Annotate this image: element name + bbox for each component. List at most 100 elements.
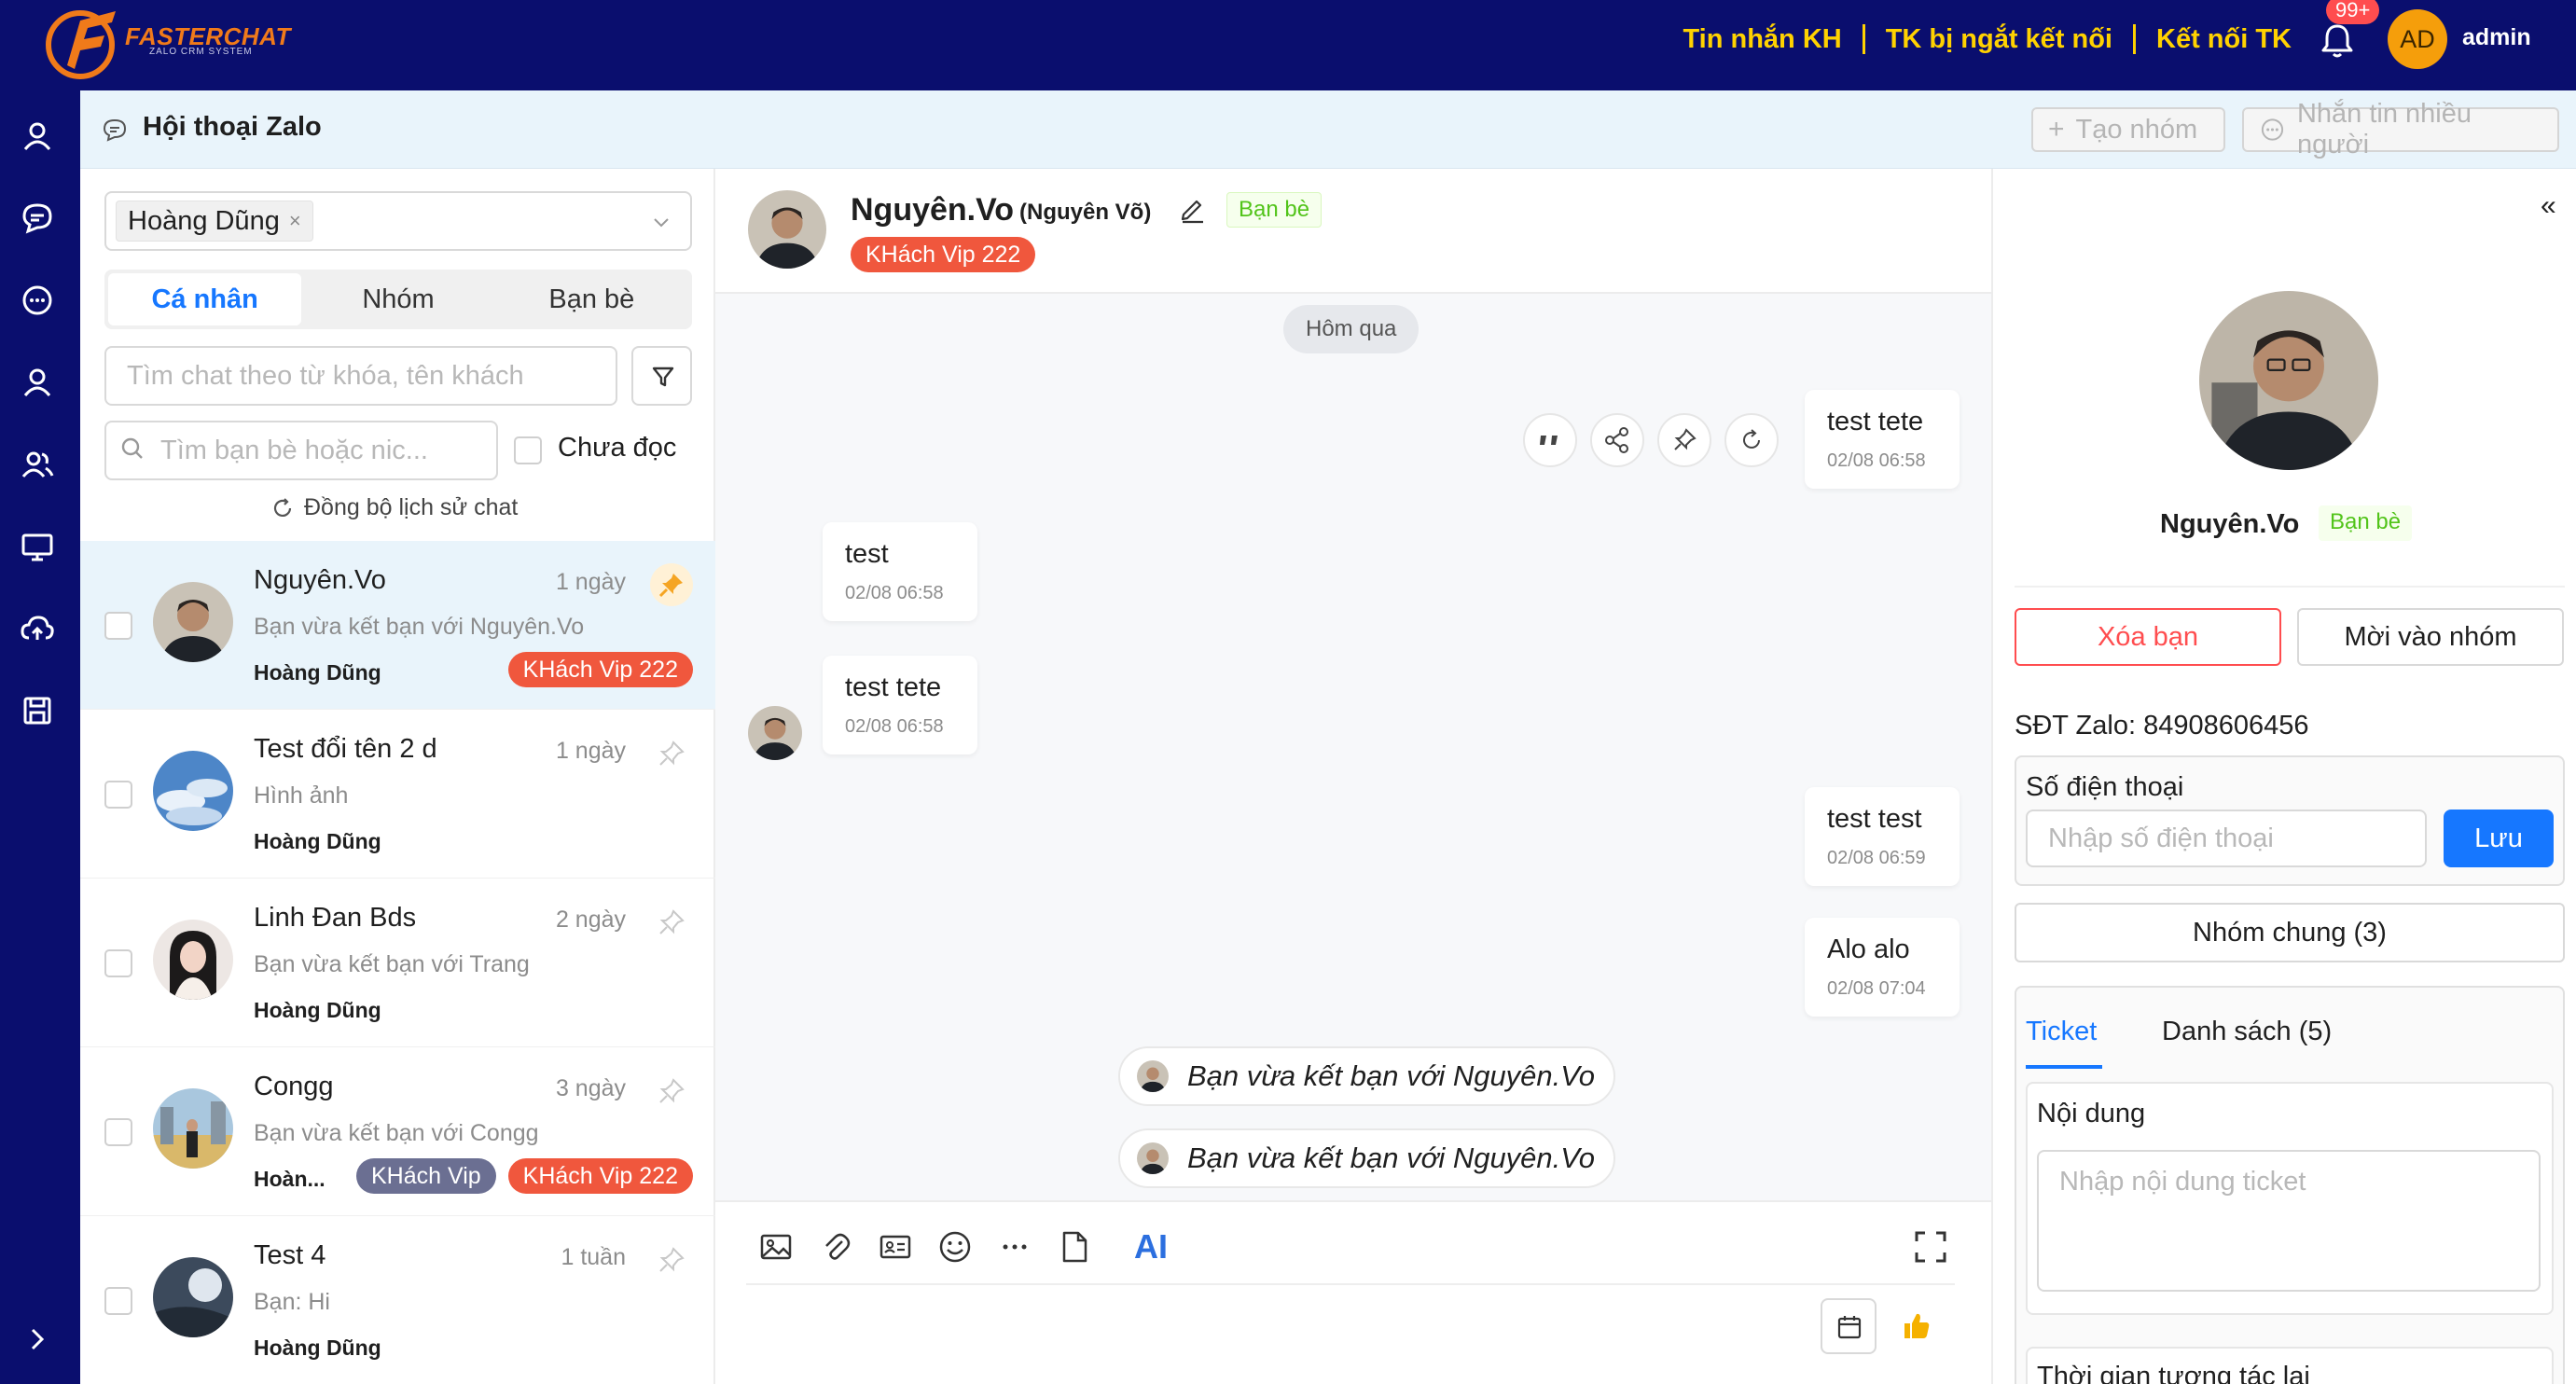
unread-checkbox[interactable]: [514, 436, 542, 464]
tab-ticket[interactable]: Ticket: [2026, 1017, 2097, 1047]
user-name[interactable]: admin: [2462, 24, 2531, 51]
tab-personal[interactable]: Cá nhân: [108, 273, 302, 325]
save-phone-button[interactable]: Lưu: [2444, 810, 2554, 867]
conversation-preview: Bạn vừa kết bạn với Trang: [254, 951, 530, 977]
customer-tag: KHách Vip 222: [507, 652, 693, 687]
conversation-checkbox[interactable]: [104, 781, 132, 809]
selected-account-chip: Hoàng Dũng ×: [116, 201, 313, 242]
message-dots-icon: [2261, 118, 2284, 141]
chevron-down-icon[interactable]: [651, 212, 672, 232]
account-select[interactable]: Hoàng Dũng ×: [104, 191, 692, 251]
message-dots-icon[interactable]: [19, 282, 56, 319]
create-group-button[interactable]: + Tạo nhóm: [2031, 107, 2225, 152]
conversation-item[interactable]: Congg 3 ngày Bạn vừa kết bạn với Congg H…: [80, 1047, 715, 1216]
message-bubble[interactable]: test tete 02/08 06:58: [823, 656, 977, 754]
calendar-icon: [1837, 1316, 1862, 1339]
pin-icon[interactable]: [650, 901, 693, 944]
phone-input[interactable]: Nhập số điện thoại: [2026, 810, 2427, 867]
conversation-owner: Hoàng Dũng: [254, 829, 381, 853]
message-time: 02/08 06:58: [1827, 450, 1926, 471]
conversation-checkbox[interactable]: [104, 612, 132, 640]
attachment-icon[interactable]: [817, 1228, 854, 1266]
pin-icon[interactable]: [650, 563, 693, 606]
pin-icon[interactable]: [650, 1070, 693, 1113]
file-icon[interactable]: [1056, 1228, 1093, 1266]
conversation-name: Nguyên.Vo: [254, 565, 386, 595]
chat-bubble-icon[interactable]: [19, 200, 56, 237]
fullscreen-icon[interactable]: [1912, 1228, 1949, 1266]
edit-icon[interactable]: [1178, 194, 1208, 224]
sync-history-button[interactable]: Đồng bộ lịch sử chat: [270, 494, 518, 521]
schedule-button[interactable]: [1821, 1298, 1877, 1354]
invite-group-button[interactable]: Mời vào nhóm: [2297, 608, 2564, 666]
user-outline-icon[interactable]: [19, 364, 56, 401]
conversation-checkbox[interactable]: [104, 1118, 132, 1146]
user-icon[interactable]: [19, 118, 56, 155]
message-bubble[interactable]: test tete 02/08 06:58: [1805, 390, 1960, 489]
tab-groups[interactable]: Nhóm: [301, 273, 494, 325]
contact-card-icon[interactable]: [877, 1228, 914, 1266]
monitor-icon[interactable]: [19, 528, 56, 565]
message-bubble[interactable]: test 02/08 06:58: [823, 522, 977, 621]
conversation-owner: Hoàng Dũng: [254, 1336, 381, 1360]
friend-search-input[interactable]: Tìm bạn bè hoặc nic...: [104, 421, 498, 480]
pin-icon[interactable]: [1657, 413, 1711, 467]
avatar: [748, 706, 802, 760]
conversation-item[interactable]: Test đổi tên 2 d 1 ngày Hình ảnh Hoàng D…: [80, 710, 715, 879]
conversation-type-tabs: Cá nhân Nhóm Bạn bè: [104, 270, 692, 329]
conversation-name: Test 4: [254, 1240, 326, 1270]
filter-icon: [652, 367, 674, 387]
close-icon[interactable]: ×: [289, 201, 301, 241]
profile-avatar[interactable]: [2199, 291, 2378, 470]
filter-button[interactable]: [631, 346, 692, 406]
conversation-time: 1 tuần: [561, 1244, 626, 1270]
conversation-time: 2 ngày: [555, 907, 626, 933]
image-icon[interactable]: [757, 1228, 795, 1266]
more-icon[interactable]: [996, 1228, 1033, 1266]
profile-name: Nguyên.Vo: [2160, 509, 2300, 539]
contact-avatar[interactable]: [748, 190, 826, 269]
conversation-item[interactable]: Nguyên.Vo 1 ngày Bạn vừa kết bạn với Ngu…: [80, 541, 715, 710]
multi-message-button[interactable]: Nhắn tin nhiều người: [2242, 99, 2559, 159]
message-bubble[interactable]: test test 02/08 06:59: [1805, 787, 1960, 886]
phone-section-title: Số điện thoại: [2026, 772, 2184, 802]
pin-icon[interactable]: [650, 1239, 693, 1281]
link-disconnected-accounts[interactable]: TK bị ngắt kết nối: [1886, 24, 2112, 55]
brand-logo[interactable]: FASTERCHAT ZALO CRM SYSTEM: [43, 0, 290, 84]
next-section-label: Thời gian tương tác lại: [2037, 1362, 2310, 1384]
link-connect-account[interactable]: Kết nối TK: [2156, 24, 2292, 55]
tab-friends[interactable]: Bạn bè: [495, 273, 688, 325]
tab-list[interactable]: Danh sách (5): [2162, 1017, 2332, 1047]
conversation-item[interactable]: Test 4 1 tuần Bạn: Hi Hoàng Dũng: [80, 1216, 715, 1384]
share-icon[interactable]: [1590, 413, 1644, 467]
quote-icon[interactable]: [1523, 413, 1577, 467]
conversation-owner: Hoàn...: [254, 1167, 325, 1191]
chevron-right-icon[interactable]: [19, 1321, 56, 1358]
selected-account-label: Hoàng Dũng: [128, 206, 280, 236]
friend-status-tag: Bạn bè: [2319, 505, 2413, 541]
chat-bubble-icon: [103, 118, 127, 142]
chat-search-input[interactable]: Tìm chat theo từ khóa, tên khách: [104, 346, 617, 406]
cloud-upload-icon[interactable]: [19, 610, 56, 647]
collapse-panel-icon[interactable]: «: [2541, 190, 2556, 222]
common-groups-button[interactable]: Nhóm chung (3): [2015, 903, 2565, 962]
pin-icon[interactable]: [650, 732, 693, 775]
save-icon[interactable]: [19, 692, 56, 729]
remove-friend-button[interactable]: Xóa bạn: [2015, 608, 2281, 666]
ticket-content-input[interactable]: Nhập nội dung ticket: [2037, 1150, 2541, 1292]
ai-assist-button[interactable]: AI: [1134, 1227, 1168, 1266]
user-avatar[interactable]: AD: [2388, 9, 2447, 69]
conversation-time: 1 ngày: [555, 569, 626, 595]
recall-icon[interactable]: [1724, 413, 1779, 467]
conversation-checkbox[interactable]: [104, 1287, 132, 1315]
conversation-item[interactable]: Linh Đan Bds 2 ngày Bạn vừa kết bạn với …: [80, 879, 715, 1047]
ticket-content-label: Nội dung: [2037, 1099, 2146, 1128]
composer-input[interactable]: [746, 1283, 1955, 1285]
link-customer-messages[interactable]: Tin nhắn KH: [1683, 24, 1841, 55]
conversation-checkbox[interactable]: [104, 949, 132, 977]
thumbs-up-icon[interactable]: [1897, 1307, 1934, 1344]
message-bubble[interactable]: Alo alo 02/08 07:04: [1805, 918, 1960, 1017]
bell-icon[interactable]: [2317, 21, 2358, 62]
emoji-icon[interactable]: [936, 1228, 974, 1266]
users-icon[interactable]: [19, 446, 56, 483]
